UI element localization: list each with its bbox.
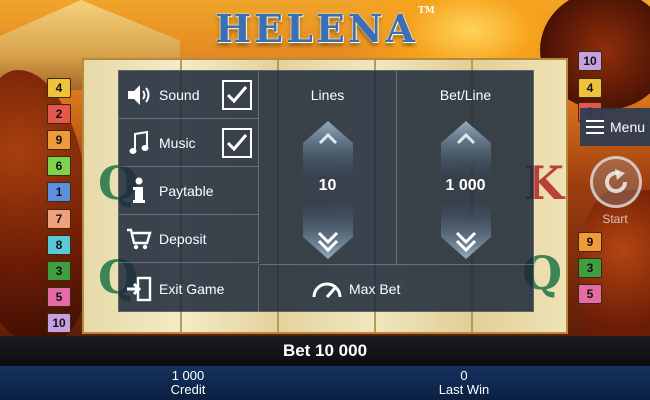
total-bet-text: Bet 10 000 — [282, 341, 368, 360]
chevron-up-icon — [303, 121, 353, 181]
line-indicator-4: 4 — [47, 78, 71, 98]
max-bet-button[interactable]: Max Bet — [311, 265, 471, 313]
max-bet-label: Max Bet — [349, 281, 401, 297]
music-label: Music — [159, 134, 196, 151]
line-indicator-10: 10 — [47, 312, 71, 333]
line-indicator-9: 9 — [578, 232, 602, 252]
music-note-icon — [129, 130, 149, 154]
cart-icon — [127, 228, 152, 249]
lines-decrease-button[interactable] — [303, 199, 353, 259]
game-logo: HELENATM — [0, 6, 650, 51]
sound-label: Sound — [159, 86, 200, 103]
checkmark-icon — [226, 133, 248, 151]
sound-checkbox[interactable] — [222, 79, 252, 110]
exit-game-label: Exit Game — [159, 281, 225, 297]
speaker-icon — [128, 84, 150, 105]
line-indicator-5: 5 — [578, 284, 602, 304]
game-title: HELENA — [215, 6, 419, 51]
spin-icon — [605, 169, 628, 194]
deposit-label: Deposit — [159, 230, 207, 247]
credit-display: 1 000 Credit — [108, 369, 268, 397]
bet-increase-button[interactable] — [441, 121, 491, 181]
line-indicator-10: 10 — [578, 51, 602, 71]
checkmark-icon — [226, 85, 248, 103]
chevron-down-icon — [303, 199, 353, 259]
info-bar: 1 000 Credit 0 Last Win — [0, 366, 650, 400]
info-icon — [133, 177, 145, 203]
chevron-down-icon — [441, 199, 491, 259]
gauge-icon — [312, 282, 342, 298]
settings-panel: Sound Music Paytable Deposit Lines 10 Be… — [118, 70, 535, 313]
last-win-value: 0 — [460, 368, 468, 383]
hamburger-icon — [586, 120, 604, 134]
chevron-up-icon — [441, 121, 491, 181]
menu-button[interactable]: Menu — [580, 108, 650, 146]
line-indicator-6: 6 — [47, 156, 71, 177]
credit-value: 1 000 — [171, 368, 205, 383]
line-indicator-3: 3 — [47, 260, 71, 281]
line-indicator-1: 1 — [47, 182, 71, 203]
last-win-label: Last Win — [438, 382, 490, 397]
bet-per-line-value: 1 000 — [445, 177, 486, 194]
trademark-mark: TM — [418, 6, 435, 16]
music-checkbox[interactable] — [222, 127, 252, 158]
line-indicator-2: 2 — [47, 104, 71, 125]
line-indicator-7: 7 — [47, 208, 71, 229]
sound-option[interactable]: Sound — [119, 71, 259, 119]
line-indicator-5: 5 — [47, 286, 71, 307]
tree-illustration — [0, 70, 90, 340]
bet-per-line-title: Bet/Line — [439, 87, 492, 103]
credit-label: Credit — [170, 382, 206, 397]
deposit-option[interactable]: Deposit — [119, 215, 259, 263]
lines-increase-button[interactable] — [303, 121, 353, 181]
paytable-option[interactable]: Paytable — [119, 167, 259, 215]
line-indicator-9: 9 — [47, 130, 71, 151]
lines-value: 10 — [318, 177, 337, 194]
menu-label: Menu — [610, 119, 646, 135]
start-button[interactable] — [590, 156, 642, 208]
lines-selector: Lines 10 — [259, 71, 397, 265]
lines-title: Lines — [310, 87, 345, 103]
music-option[interactable]: Music — [119, 119, 259, 167]
line-indicator-8: 8 — [47, 234, 71, 255]
last-win-display: 0 Last Win — [384, 369, 544, 397]
bet-per-line-selector: Bet/Line 1 000 — [397, 71, 535, 265]
exit-game-button[interactable]: Exit Game — [119, 265, 259, 313]
exit-door-icon — [127, 276, 152, 302]
line-indicator-4: 4 — [578, 78, 602, 98]
bet-decrease-button[interactable] — [441, 199, 491, 259]
paytable-label: Paytable — [159, 182, 214, 199]
line-indicator-3: 3 — [578, 258, 602, 278]
total-bet-display: Bet 10 000 — [0, 336, 650, 366]
start-label: Start — [602, 212, 628, 226]
